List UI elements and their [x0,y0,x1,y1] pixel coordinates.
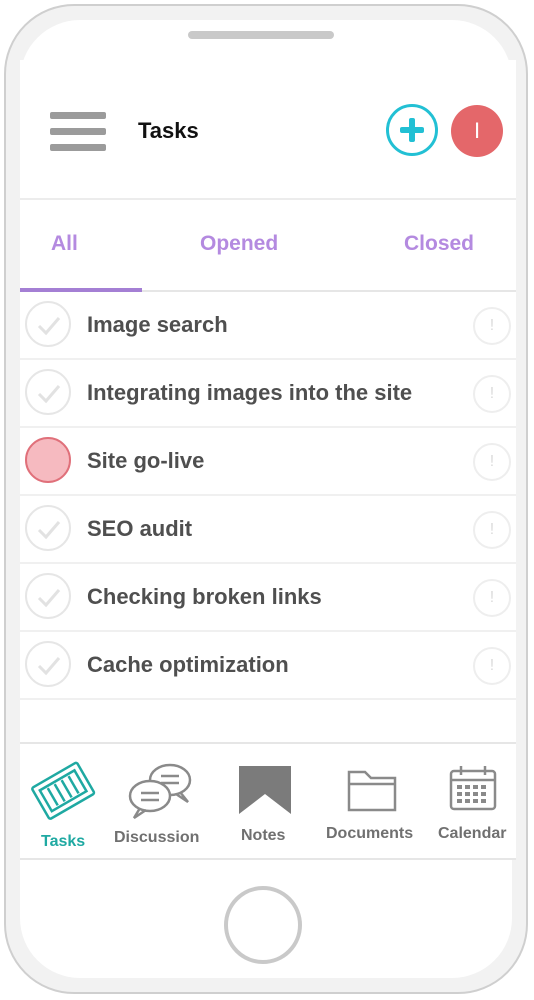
calendar-icon [449,766,497,811]
task-item[interactable]: Cache optimization ! [20,632,516,700]
info-icon[interactable]: ! [473,579,511,617]
task-item[interactable]: Site go-live ! [20,428,516,496]
tasks-icon [31,761,96,820]
task-label: Cache optimization [87,652,289,677]
nav-item-documents[interactable]: Documents [325,760,417,850]
task-label: Site go-live [87,448,205,473]
add-task-button[interactable] [386,104,438,156]
tab-all[interactable]: All [51,232,78,256]
nav-label-discussion: Discussion [114,829,200,846]
bottom-navigation: Tasks Discussion Notes Documents Calenda… [20,742,516,860]
nav-item-calendar[interactable]: Calendar [436,760,506,850]
info-icon[interactable]: ! [473,647,511,685]
info-icon[interactable]: ! [473,511,511,549]
documents-icon [347,770,397,812]
nav-item-notes[interactable]: Notes [238,760,294,850]
hamburger-menu-icon[interactable] [50,112,106,152]
avatar[interactable]: I [451,105,503,157]
task-label: Image search [87,312,228,337]
task-list: Image search ! Integrating images into t… [20,292,516,700]
phone-speaker [188,31,334,39]
checkmark-icon[interactable] [25,369,71,415]
nav-item-discussion[interactable]: Discussion [114,760,204,850]
task-item[interactable]: Checking broken links ! [20,564,516,632]
info-icon[interactable]: ! [473,307,511,345]
checkmark-icon[interactable] [25,573,71,619]
nav-label-documents: Documents [326,825,414,842]
nav-label-calendar: Calendar [438,825,507,842]
nav-item-tasks[interactable]: Tasks [30,760,100,850]
page-title: Tasks [138,118,199,143]
checkmark-icon[interactable] [25,505,71,551]
notes-icon [239,766,291,814]
task-label: SEO audit [87,516,193,541]
info-icon[interactable]: ! [473,375,511,413]
home-button[interactable] [224,886,302,964]
info-icon[interactable]: ! [473,443,511,481]
task-filter-tabs: All Opened Closed [20,200,516,292]
discussion-icon [128,763,192,820]
tab-opened[interactable]: Opened [200,232,278,256]
urgent-status-icon[interactable] [25,437,71,483]
app-screen: Tasks I All Opened Closed Image search !… [20,60,516,860]
checkmark-icon[interactable] [25,641,71,687]
app-header: Tasks I [20,60,516,200]
nav-label-notes: Notes [241,827,286,844]
task-item[interactable]: Image search ! [20,292,516,360]
checkmark-icon[interactable] [25,301,71,347]
task-label: Integrating images into the site [87,380,413,405]
task-item[interactable]: SEO audit ! [20,496,516,564]
task-label: Checking broken links [87,584,322,609]
task-item[interactable]: Integrating images into the site ! [20,360,516,428]
tab-closed[interactable]: Closed [404,232,474,256]
nav-label-tasks: Tasks [41,833,86,850]
